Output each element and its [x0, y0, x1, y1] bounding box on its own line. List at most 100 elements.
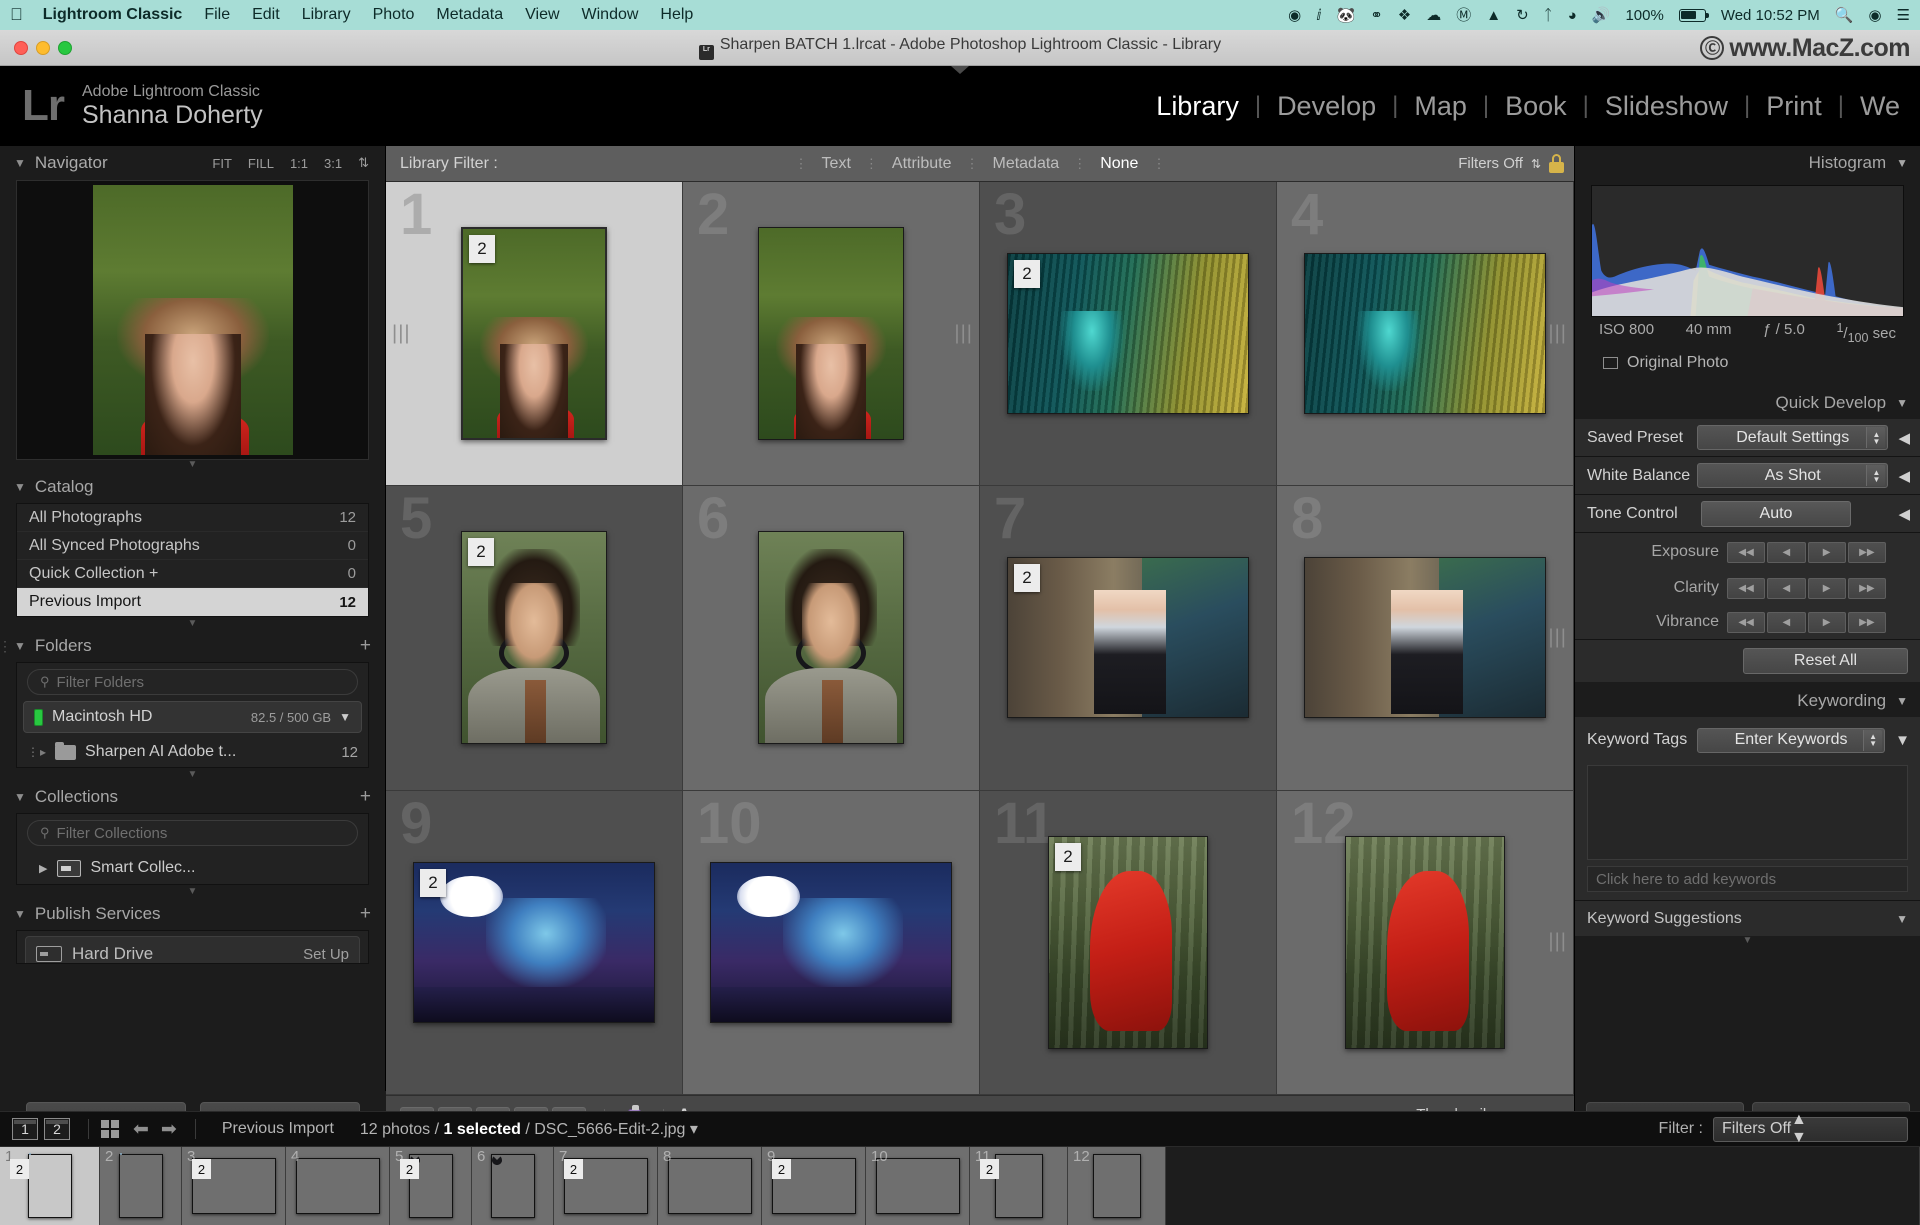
add-keywords-input[interactable]: Click here to add keywords — [1587, 866, 1908, 892]
grid-cell[interactable]: 12 ||| — [1277, 790, 1574, 1095]
saved-preset-dropdown[interactable]: Default Settings ▲ ▼ — [1697, 425, 1889, 450]
search-icon[interactable]: 🔍 — [1835, 8, 1854, 23]
typinator-icon[interactable]: ⅈ — [1316, 8, 1321, 23]
publish-services-header[interactable]: ▼ Publish Services + — [0, 897, 385, 930]
stepper-icon[interactable]: ▲ ▼ — [1863, 729, 1883, 751]
folder-item-sharpen-ai[interactable]: ⋮▸ Sharpen AI Adobe t... 12 — [17, 737, 368, 767]
spiral-icon[interactable]: ◉ — [1288, 8, 1301, 23]
original-photo-row[interactable]: Original Photo — [1591, 345, 1904, 380]
volume-menu-icon[interactable]: ▼ — [339, 710, 351, 724]
filmstrip-badge[interactable]: 2 — [980, 1159, 999, 1179]
menu-item-help[interactable]: Help — [660, 6, 693, 24]
wifi-icon[interactable]: ◕ — [1568, 8, 1577, 23]
module-web[interactable]: We — [1844, 91, 1916, 122]
folders-collapse-icon[interactable]: ▼ — [14, 639, 26, 653]
grid-cell[interactable]: 8 ||| — [1277, 486, 1574, 791]
minimize-button[interactable] — [36, 40, 50, 55]
auto-tone-button[interactable]: Auto — [1701, 500, 1851, 527]
filmstrip-item[interactable]: 1 2 — [0, 1147, 100, 1225]
module-print[interactable]: Print — [1750, 91, 1838, 122]
filmstrip-thumbnail[interactable] — [994, 1154, 1043, 1218]
quick-develop-collapse-icon[interactable]: ▼ — [1896, 396, 1908, 410]
clarity-increase-small[interactable]: ▶ — [1807, 577, 1846, 599]
left-panel-resize-handle[interactable]: ⋮ — [0, 617, 12, 677]
grid-cell[interactable]: 11 2 — [980, 790, 1277, 1095]
saved-preset-expand-icon[interactable]: ◀ — [1898, 429, 1910, 447]
grid-cell[interactable]: 1 ||| 2 — [386, 182, 683, 487]
grid-thumbnail[interactable]: 2 — [1007, 253, 1249, 415]
zoom-fit[interactable]: FIT — [212, 156, 232, 171]
publish-item-hard-drive[interactable]: Hard Drive Set Up — [25, 936, 360, 963]
filmstrip-source-label[interactable]: Previous Import — [222, 1120, 334, 1138]
grid-cell-badge[interactable]: 2 — [1055, 842, 1081, 871]
exposure-increase-small[interactable]: ▶ — [1807, 541, 1846, 563]
clarity-decrease-small[interactable]: ◀ — [1767, 577, 1806, 599]
filter-tab-attribute[interactable]: Attribute — [878, 155, 966, 173]
grid-cell[interactable]: 5 2 — [386, 486, 683, 791]
grid-icon[interactable] — [101, 1120, 119, 1138]
filmstrip-item[interactable]: 10 — [866, 1147, 970, 1225]
filmstrip[interactable]: 1 2 2 3 2 4 5 2 6 7 2 8 9 2 10 11 2 12 — [0, 1147, 1920, 1225]
grid-cell[interactable]: 3 2 — [980, 182, 1277, 487]
menu-app-name[interactable]: Lightroom Classic — [43, 6, 183, 24]
catalog-header[interactable]: ▼ Catalog — [0, 470, 385, 503]
filmstrip-badge[interactable]: 2 — [400, 1159, 419, 1179]
grid-thumbnail[interactable]: 2 — [413, 861, 655, 1023]
identity-plate[interactable]: Lr Adobe Lightroom Classic Shanna Dohert… — [0, 82, 263, 130]
filter-tab-none[interactable]: None — [1086, 155, 1152, 173]
filmstrip-thumbnail[interactable] — [875, 1158, 960, 1214]
module-slideshow[interactable]: Slideshow — [1589, 91, 1744, 122]
filmstrip-item[interactable]: 3 2 — [182, 1147, 286, 1225]
screen-1-button[interactable]: 1 — [12, 1118, 38, 1140]
menu-item-file[interactable]: File — [204, 6, 230, 24]
grid-cell-badge[interactable]: 2 — [1014, 260, 1040, 289]
grid-thumbnail[interactable]: 2 — [1007, 557, 1249, 719]
grid-cell[interactable]: 2 ||| — [683, 182, 980, 487]
bluetooth-icon[interactable]: ᛏ — [1544, 8, 1553, 23]
filmstrip-thumbnail[interactable] — [118, 1153, 163, 1218]
grid-cell[interactable]: 10 — [683, 790, 980, 1095]
white-balance-dropdown[interactable]: As Shot ▲ ▼ — [1697, 463, 1889, 488]
grid-cell[interactable]: 6 — [683, 486, 980, 791]
dropbox-icon[interactable]: ❖ — [1398, 8, 1411, 23]
histogram-collapse-icon[interactable]: ▼ — [1896, 156, 1908, 170]
filter-folders-input[interactable]: ⚲ Filter Folders — [27, 669, 358, 695]
filter-tab-metadata[interactable]: Metadata — [978, 155, 1073, 173]
module-library[interactable]: Library — [1140, 91, 1255, 122]
volume-icon[interactable]: 🔊 — [1592, 8, 1611, 23]
top-panel-toggle-arrow[interactable] — [951, 66, 969, 74]
menu-lines-icon[interactable]: ☰ — [1897, 8, 1910, 23]
collection-item-smart-collections[interactable]: ▶ Smart Collec... — [17, 852, 368, 884]
grid-thumbnail[interactable] — [758, 227, 904, 441]
keyword-tags-dropdown[interactable]: Enter Keywords ▲ ▼ — [1697, 727, 1886, 753]
vibrance-increase-large[interactable]: ▶▶ — [1847, 611, 1886, 633]
filmstrip-item[interactable]: 6 — [472, 1147, 554, 1225]
vibrance-decrease-small[interactable]: ◀ — [1767, 611, 1806, 633]
filmstrip-thumbnail[interactable] — [490, 1154, 535, 1218]
grid-thumbnail[interactable] — [1345, 835, 1505, 1049]
filmstrip-thumbnail[interactable] — [295, 1158, 380, 1214]
module-map[interactable]: Map — [1398, 91, 1483, 122]
filmstrip-item[interactable]: 11 2 — [970, 1147, 1068, 1225]
grid-cell[interactable]: 4 ||| — [1277, 182, 1574, 487]
publish-collapse-icon[interactable]: ▼ — [14, 907, 26, 921]
menu-item-photo[interactable]: Photo — [373, 6, 415, 24]
battery-icon[interactable] — [1678, 8, 1709, 22]
catalog-item-quick-collection[interactable]: Quick Collection + 0 — [17, 560, 368, 588]
catalog-item-all-synced[interactable]: All Synced Photographs 0 — [17, 532, 368, 560]
navigator-preview[interactable] — [16, 180, 369, 460]
filmstrip-item[interactable]: 9 2 — [762, 1147, 866, 1225]
exposure-decrease-large[interactable]: ◀◀ — [1727, 541, 1766, 563]
grid-thumbnail[interactable]: 2 — [461, 531, 607, 745]
zoom-stepper-icon[interactable]: ⇅ — [358, 155, 369, 171]
stepper-icon[interactable]: ▲ ▼ — [1791, 1111, 1807, 1147]
catalog-collapse-icon[interactable]: ▼ — [14, 480, 26, 494]
evernote-icon[interactable]: 🐼 — [1337, 8, 1356, 23]
grid-thumbnail[interactable] — [758, 531, 904, 745]
zoom-button[interactable] — [58, 40, 72, 55]
grid-cell-badge[interactable]: 2 — [468, 538, 494, 567]
filmstrip-filter-dropdown[interactable]: Filters Off ▲ ▼ — [1713, 1111, 1908, 1146]
triangle-icon[interactable]: ▲ — [1486, 8, 1501, 23]
filmstrip-item[interactable]: 8 — [658, 1147, 762, 1225]
module-book[interactable]: Book — [1489, 91, 1583, 122]
